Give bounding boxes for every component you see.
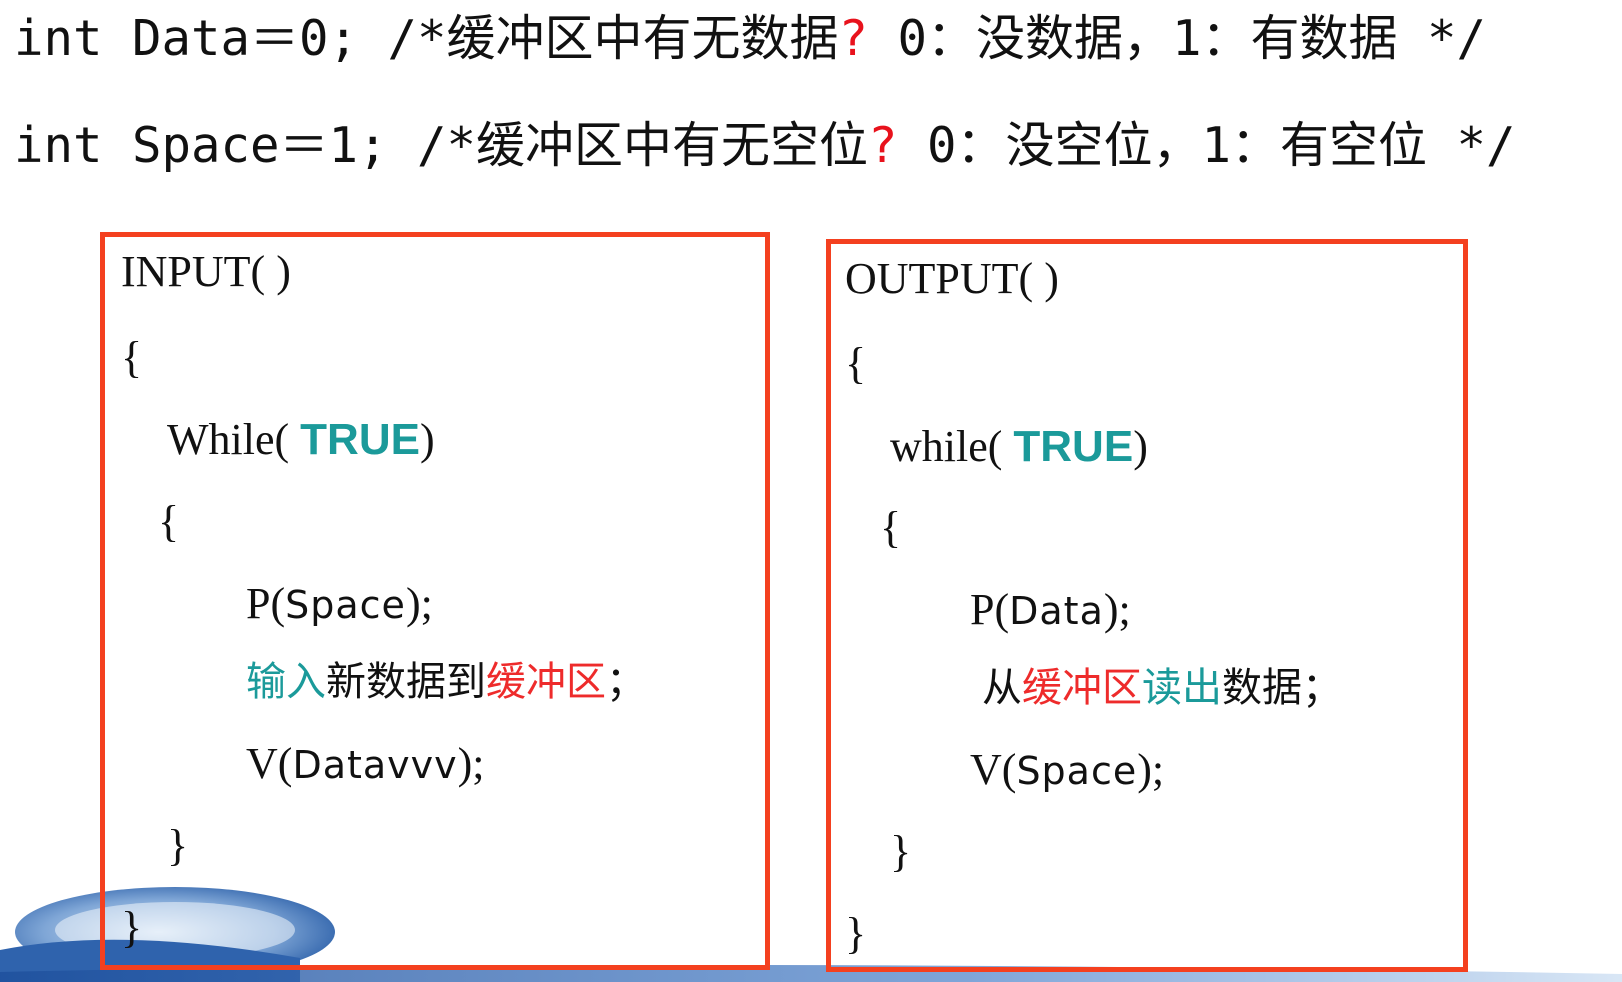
data-comment-question-mark: ? — [838, 10, 869, 67]
input-procedure-box — [100, 232, 770, 970]
input-close-brace: } — [121, 903, 143, 952]
space-comment-start: /*缓冲区中有无空位 — [417, 117, 869, 174]
space-comment-end: 0：没空位，1：有空位 */ — [897, 117, 1516, 174]
output-close-brace: } — [845, 909, 867, 958]
space-declaration-line: int Space＝1; /*缓冲区中有无空位? 0：没空位，1：有空位 */ — [14, 121, 1516, 170]
space-comment-question-mark: ? — [868, 117, 898, 174]
data-declaration-line: int Data＝0; /*缓冲区中有无数据? 0：没数据，1：有数据 */ — [14, 14, 1486, 63]
data-comment-end: 0：没数据，1：有数据 */ — [868, 10, 1487, 67]
output-procedure-box — [826, 239, 1468, 972]
space-declaration-code: int Space＝1; — [14, 117, 418, 174]
data-declaration-code: int Data＝0; — [14, 10, 388, 67]
data-comment-start: /*缓冲区中有无数据 — [387, 10, 839, 67]
